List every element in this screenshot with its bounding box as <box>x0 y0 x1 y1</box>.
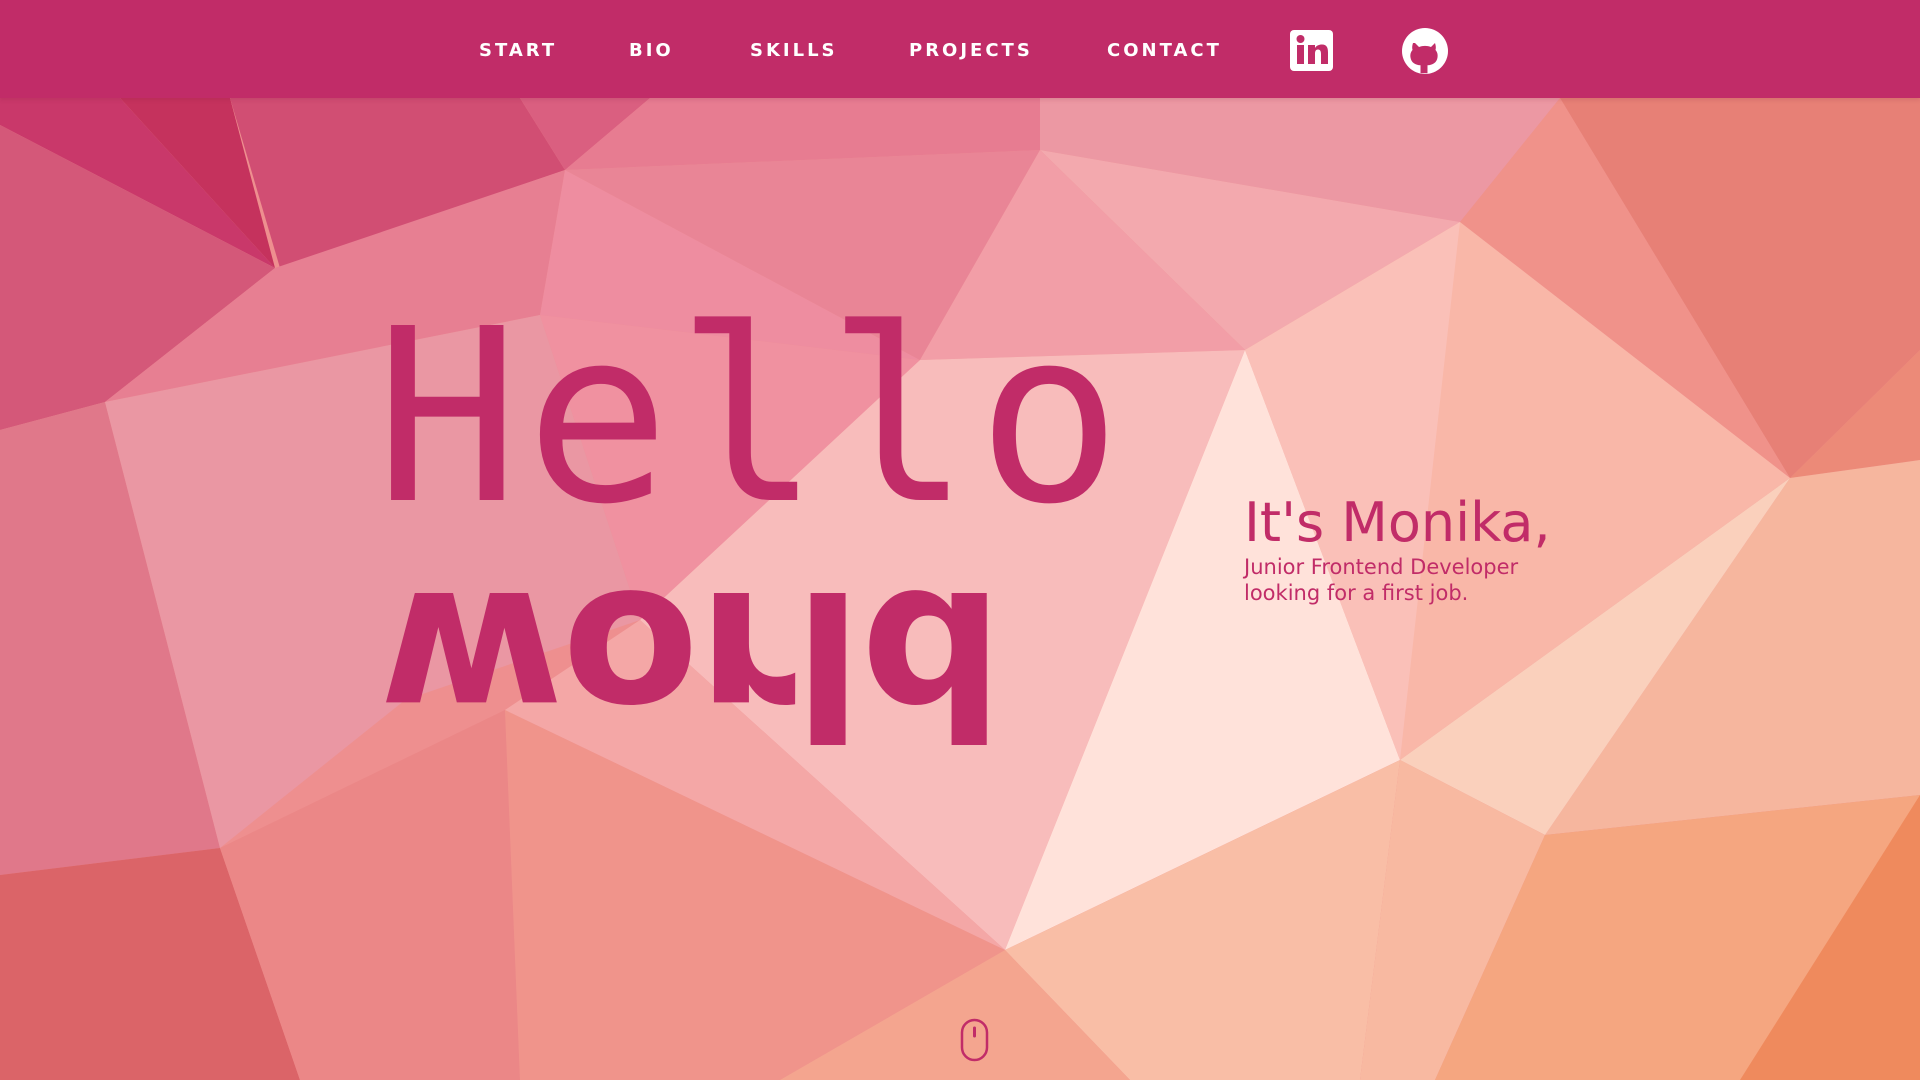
github-icon[interactable] <box>1401 27 1449 75</box>
hero-hello-text: Hello <box>375 277 1128 557</box>
hero-world-text: world <box>379 545 1002 778</box>
nav-link-projects[interactable]: PROJECTS <box>909 41 1033 61</box>
top-navbar: START BIO SKILLS PROJECTS CONTACT <box>0 0 1920 98</box>
nav-link-skills[interactable]: SKILLS <box>750 41 838 61</box>
hero-name: It's Monika, <box>1244 491 1551 554</box>
linkedin-icon[interactable] <box>1290 30 1333 71</box>
landing-page: START BIO SKILLS PROJECTS CONTACT Hello … <box>0 0 1920 1080</box>
nav-link-contact[interactable]: CONTACT <box>1107 41 1222 61</box>
hero-tagline-line-1: Junior Frontend Developer <box>1244 555 1519 579</box>
nav-link-start[interactable]: START <box>479 41 557 61</box>
nav-link-bio[interactable]: BIO <box>629 41 674 61</box>
hero-tagline-line-2: looking for a first job. <box>1244 581 1469 605</box>
mouse-scroll-icon[interactable] <box>960 1018 989 1062</box>
